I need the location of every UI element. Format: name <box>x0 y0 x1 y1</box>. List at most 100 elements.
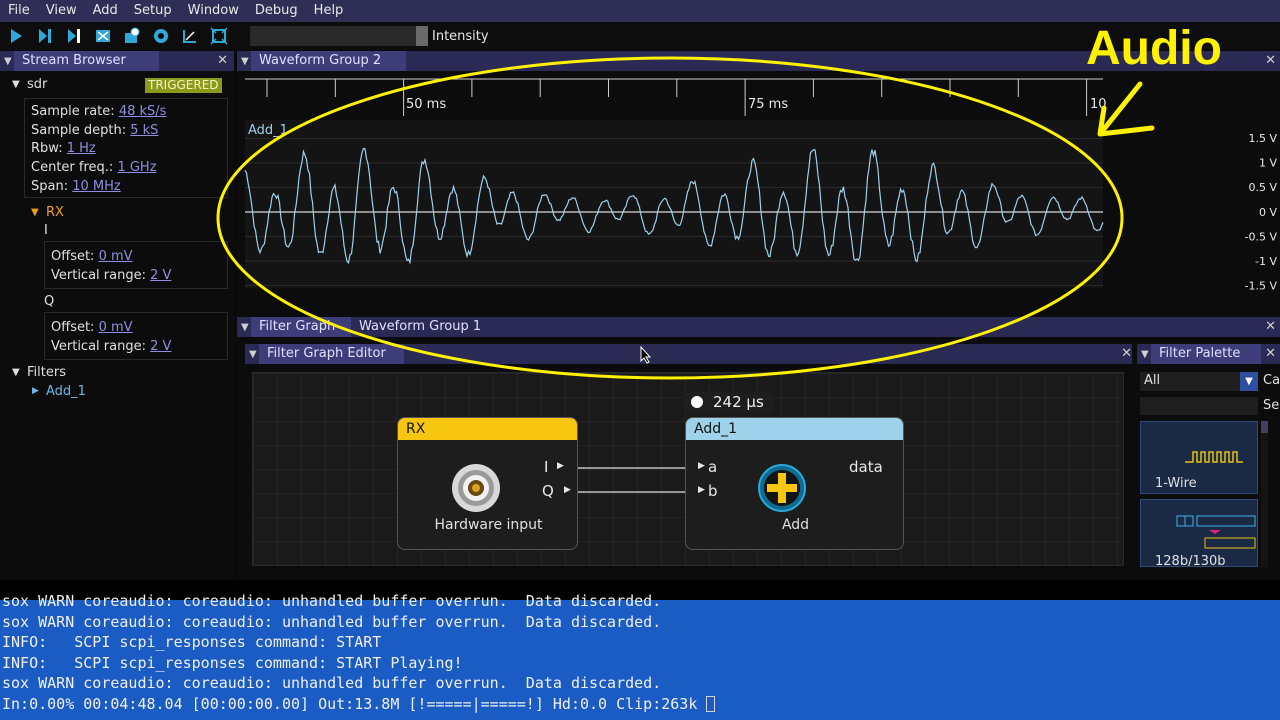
expand-icon[interactable]: ▼ <box>12 79 20 90</box>
category-value: All <box>1144 373 1161 388</box>
prop-value[interactable]: 2 V <box>150 339 171 354</box>
device-name[interactable]: sdr <box>27 77 47 92</box>
terminal-line: INFO: SCPI scpi_responses command: START <box>2 633 382 651</box>
palette-item-1wire[interactable]: 1-Wire <box>1140 421 1258 494</box>
rx-node-title: RX <box>398 418 577 440</box>
port-data-label[interactable]: data <box>849 458 883 476</box>
prop-value[interactable]: 1 Hz <box>67 141 96 156</box>
prop-value[interactable]: 2 V <box>150 268 171 283</box>
i-offset: Offset: 0 mV <box>51 249 133 264</box>
filter-graph-editor-tab[interactable]: Filter Graph Editor <box>259 344 404 364</box>
history-button[interactable] <box>119 25 145 47</box>
prop-sample-depth: Sample depth: 5 kS <box>31 123 158 138</box>
prop-label: Center freq.: <box>31 160 114 175</box>
force-button[interactable] <box>61 25 87 47</box>
port-a-label[interactable]: a <box>708 458 717 476</box>
graph-canvas[interactable]: 242 µs RX Hardware input I Q ▶ ▶ Add_1 ▶… <box>252 372 1124 566</box>
menu-debug[interactable]: Debug <box>247 0 306 22</box>
terminal-output[interactable]: sox WARN coreaudio: coreaudio: unhandled… <box>0 592 1280 720</box>
palette-item-128b130b[interactable]: 128b/130b <box>1140 499 1258 567</box>
intensity-slider-handle[interactable] <box>416 26 428 46</box>
expand-icon[interactable]: ▼ <box>31 207 39 218</box>
filters-node[interactable]: Filters <box>27 365 66 380</box>
trace-label[interactable]: Add_1 <box>248 123 288 138</box>
tab-filter-graph[interactable]: Filter Graph <box>251 317 351 337</box>
prop-value[interactable]: 0 mV <box>99 320 133 335</box>
collapse-icon[interactable]: ▼ <box>241 56 251 67</box>
menu-view[interactable]: View <box>38 0 85 22</box>
search-input[interactable] <box>1140 397 1258 415</box>
port-b-label[interactable]: b <box>708 482 718 500</box>
stream-browser-tab[interactable]: Stream Browser <box>14 51 159 71</box>
prop-label: Sample depth: <box>31 123 127 138</box>
scrollbar-thumb[interactable] <box>1261 421 1268 433</box>
intensity-slider[interactable] <box>250 26 428 46</box>
close-icon[interactable]: ✕ <box>217 51 228 71</box>
tab-waveform-group-1[interactable]: Waveform Group 1 <box>351 317 487 337</box>
y-axis-label: 1.5 V <box>1248 132 1277 145</box>
terminal-line: sox WARN coreaudio: coreaudio: unhandled… <box>2 674 662 692</box>
expand-icon[interactable]: ▼ <box>12 367 20 378</box>
single-button[interactable] <box>32 25 58 47</box>
collapse-icon[interactable]: ▼ <box>241 322 251 333</box>
close-icon[interactable]: ✕ <box>1121 344 1132 364</box>
rx-node[interactable]: RX Hardware input I Q ▶ ▶ <box>397 417 578 550</box>
rx-node[interactable]: RX <box>46 205 64 220</box>
bnc-connector-icon <box>452 464 500 512</box>
add-node[interactable]: Add_1 ▶ ▶ a b data Add <box>685 417 904 550</box>
terminal-line: In:0.00% 00:04:48.04 [00:00:00.00] Out:1… <box>0 694 1280 715</box>
y-axis-label: -1 V <box>1255 255 1277 268</box>
q-offset: Offset: 0 mV <box>51 320 133 335</box>
filter-palette-header: ▼ Filter Palette ✕ <box>1137 344 1280 364</box>
channel-i[interactable]: I <box>44 223 48 238</box>
prop-value[interactable]: 10 MHz <box>72 179 121 194</box>
i-range: Vertical range: 2 V <box>51 268 171 283</box>
port-q-label[interactable]: Q <box>542 482 554 500</box>
filter-item-add1[interactable]: Add_1 <box>46 384 86 399</box>
prop-rbw: Rbw: 1 Hz <box>31 141 96 156</box>
lower-tabs-header: ▼ Filter Graph Waveform Group 1 ✕ <box>237 317 1280 337</box>
time-axis: 50 ms 75 ms 10 <box>245 78 1107 116</box>
prop-value[interactable]: 1 GHz <box>117 160 156 175</box>
filter-palette: ▼ Filter Palette ✕ All ▼ Ca Se 1-Wire 12… <box>1137 344 1280 580</box>
prop-label: Vertical range: <box>51 339 146 354</box>
add-node-title: Add_1 <box>686 418 903 440</box>
port-i-label[interactable]: I <box>544 458 548 476</box>
stop-button[interactable] <box>90 25 116 47</box>
menu-setup[interactable]: Setup <box>126 0 180 22</box>
terminal-line: sox WARN coreaudio: coreaudio: unhandled… <box>2 592 662 610</box>
category-select[interactable]: All ▼ <box>1140 372 1258 391</box>
menu-bar: File View Add Setup Window Debug Help <box>0 0 1280 22</box>
close-icon[interactable]: ✕ <box>1265 344 1276 364</box>
menu-add[interactable]: Add <box>85 0 126 22</box>
tab-waveform-group-2[interactable]: Waveform Group 2 <box>251 51 406 71</box>
run-button[interactable] <box>3 25 29 47</box>
play-icon <box>11 29 22 43</box>
menu-file[interactable]: File <box>0 0 38 22</box>
stop-icon <box>96 30 110 42</box>
palette-scrollbar[interactable] <box>1261 421 1268 567</box>
collapse-icon[interactable]: ▼ <box>249 349 259 360</box>
prop-value[interactable]: 0 mV <box>99 249 133 264</box>
waveform-plot[interactable]: 50 ms 75 ms 10 Add_1 1.5 V 1 V 0.5 V 0 V -0.5 … <box>237 71 1280 317</box>
menu-help[interactable]: Help <box>306 0 352 22</box>
collapse-icon[interactable]: ▼ <box>4 56 14 67</box>
status-badge: TRIGGERED <box>145 78 222 93</box>
expand-right-icon[interactable]: ▶ <box>32 386 39 396</box>
channel-q[interactable]: Q <box>44 294 54 309</box>
128b130b-icon <box>1176 515 1256 549</box>
menu-window[interactable]: Window <box>180 0 247 22</box>
time-tick-label: 50 ms <box>406 97 446 112</box>
add-icon <box>758 464 806 512</box>
prop-value[interactable]: 48 kS/s <box>119 104 167 119</box>
filter-palette-tab[interactable]: Filter Palette <box>1151 344 1261 364</box>
close-icon[interactable]: ✕ <box>1265 317 1276 337</box>
collapse-icon[interactable]: ▼ <box>1141 349 1151 360</box>
prop-value[interactable]: 5 kS <box>130 123 158 138</box>
filter-graph-editor-header: ▼ Filter Graph Editor ✕ <box>245 344 1132 364</box>
chevron-down-icon[interactable]: ▼ <box>1240 372 1258 391</box>
refresh-button[interactable] <box>148 25 174 47</box>
fit-button[interactable] <box>206 25 232 47</box>
cursor-button[interactable] <box>177 25 203 47</box>
close-icon[interactable]: ✕ <box>1265 51 1276 71</box>
